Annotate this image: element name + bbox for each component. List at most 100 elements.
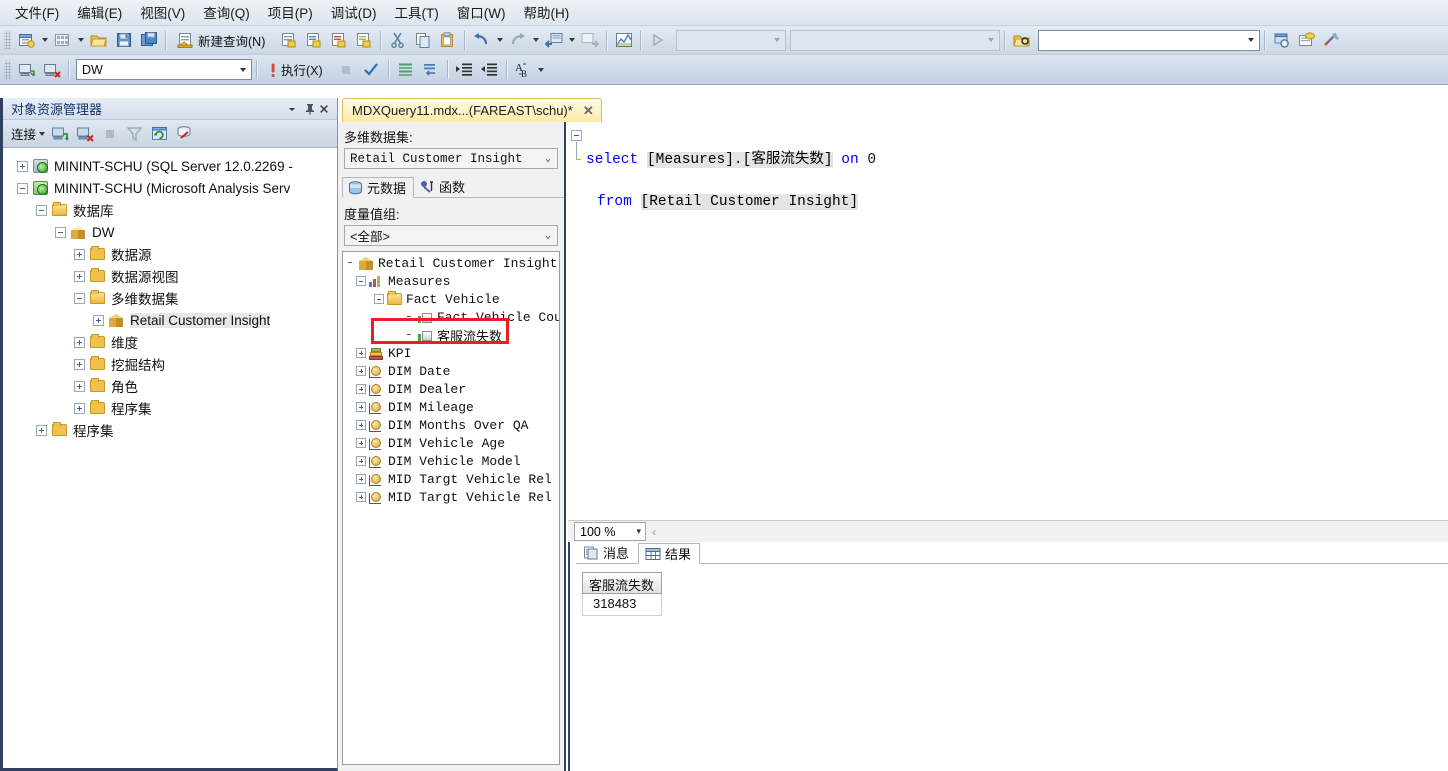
menu-project[interactable]: 项目(P) — [259, 0, 322, 26]
undo-dropdown-icon[interactable] — [494, 29, 505, 51]
metadata-node-dim-months-over-qa[interactable]: DIM Months Over QA — [343, 416, 559, 434]
cut-icon[interactable] — [386, 29, 409, 51]
expand-toggle-icon[interactable] — [356, 420, 366, 430]
toolbar-overflow-icon[interactable] — [536, 59, 547, 81]
refresh-icon[interactable] — [148, 123, 171, 145]
table-cell[interactable]: 318483 — [582, 594, 662, 616]
chevron-down-icon[interactable] — [283, 100, 301, 118]
quick-find-input[interactable] — [1038, 29, 1261, 51]
tree-node-server-analysis[interactable]: MININT-SCHU (Microsoft Analysis Serv — [3, 177, 337, 199]
metadata-node-mid-targt-vehicle-rel-2[interactable]: MID Targt Vehicle Rel — [343, 488, 559, 506]
menu-debug[interactable]: 调试(D) — [322, 0, 386, 26]
collapse-toggle-icon[interactable] — [36, 204, 47, 216]
metadata-node-dim-vehicle-model[interactable]: DIM Vehicle Model — [343, 452, 559, 470]
pin-icon[interactable] — [301, 100, 319, 118]
chevron-down-icon[interactable] — [1243, 31, 1259, 50]
tree-node-data-source-views[interactable]: 数据源视图 — [3, 265, 337, 287]
activity-monitor-icon[interactable] — [173, 123, 196, 145]
metadata-node-customer-churn-measure[interactable]: 客服流失数 — [343, 326, 559, 345]
template-explorer-icon[interactable] — [1295, 29, 1318, 51]
navigate-backward-icon[interactable] — [542, 29, 565, 51]
connect-dropdown-icon[interactable] — [36, 123, 47, 145]
outlining-collapse-icon[interactable] — [571, 130, 582, 141]
metadata-node-dim-date[interactable]: DIM Date — [343, 362, 559, 380]
new-item-icon[interactable] — [51, 29, 74, 51]
chevron-down-icon[interactable] — [983, 31, 999, 50]
tree-node-roles[interactable]: 角色 — [3, 375, 337, 397]
chevron-down-icon[interactable]: ⌄ — [539, 230, 557, 242]
parse-check-icon[interactable] — [360, 59, 383, 81]
comment-lines-icon[interactable]: A B — [512, 59, 535, 81]
tree-node-mining-structures[interactable]: 挖掘结构 — [3, 353, 337, 375]
connect-icon[interactable] — [15, 59, 38, 81]
redo-icon[interactable] — [506, 29, 529, 51]
close-icon[interactable]: ✕ — [583, 103, 594, 119]
metadata-node-dim-mileage[interactable]: DIM Mileage — [343, 398, 559, 416]
disconnect-icon[interactable] — [40, 59, 63, 81]
metadata-node-cube[interactable]: Retail Customer Insight — [343, 254, 559, 272]
filter-icon[interactable] — [123, 123, 146, 145]
chevron-down-icon[interactable]: ▾ — [615, 526, 645, 537]
metadata-tree[interactable]: Retail Customer Insight Measures Fact Ve… — [342, 251, 560, 765]
connect-menu-label[interactable]: 连接 — [11, 124, 36, 143]
tree-node-server-sql[interactable]: MININT-SCHU (SQL Server 12.0.2269 - — [3, 155, 337, 177]
navigate-backward-dropdown-icon[interactable] — [566, 29, 577, 51]
expand-toggle-icon[interactable] — [356, 474, 366, 484]
tree-node-assemblies-server[interactable]: 程序集 — [3, 419, 337, 441]
tab-messages[interactable]: 消息 — [576, 542, 638, 563]
document-tab-mdxquery11[interactable]: MDXQuery11.mdx...(FAREAST\schu)* ✕ — [342, 98, 602, 122]
collapse-toggle-icon[interactable] — [356, 276, 366, 286]
toolbar-grip[interactable] — [4, 60, 11, 79]
expand-toggle-icon[interactable] — [356, 402, 366, 412]
menu-query[interactable]: 查询(Q) — [194, 0, 259, 26]
menu-help[interactable]: 帮助(H) — [514, 0, 578, 26]
expand-toggle-icon[interactable] — [36, 424, 47, 436]
mdx-query-editor[interactable]: select [Measures].[客服流失数] on 0 from [Ret… — [568, 122, 1448, 520]
close-icon[interactable] — [319, 100, 337, 118]
collapse-toggle-icon[interactable] — [374, 294, 384, 304]
new-query-button[interactable]: 新建查询(N) — [171, 29, 275, 51]
expand-toggle-icon[interactable] — [74, 358, 85, 370]
cube-select[interactable]: Retail Customer Insight ⌄ — [344, 148, 558, 169]
database-combo[interactable]: DW — [76, 59, 252, 80]
metadata-node-fact-vehicle-count[interactable]: Fact Vehicle Coun — [343, 308, 559, 326]
debug-target-combo[interactable] — [676, 29, 787, 51]
execute-button[interactable]: 执行(X) — [262, 59, 333, 81]
stop-icon[interactable] — [98, 123, 121, 145]
measure-group-select[interactable]: <全部> ⌄ — [344, 225, 558, 246]
metadata-node-measures[interactable]: Measures — [343, 272, 559, 290]
collapse-toggle-icon[interactable] — [17, 182, 28, 194]
tree-node-dw[interactable]: DW — [3, 221, 337, 243]
show-diagram-pane-icon[interactable] — [612, 29, 635, 51]
tree-node-assemblies-db[interactable]: 程序集 — [3, 397, 337, 419]
metadata-node-fact-vehicle[interactable]: Fact Vehicle — [343, 290, 559, 308]
collapse-toggle-icon[interactable] — [74, 292, 85, 304]
new-analysis-services-mdx-query-icon[interactable] — [302, 29, 325, 51]
toolbar-grip[interactable] — [4, 31, 11, 49]
expand-toggle-icon[interactable] — [356, 438, 366, 448]
results-to-text-icon[interactable] — [419, 59, 442, 81]
expand-toggle-icon[interactable] — [356, 366, 366, 376]
results-grid[interactable]: 客服流失数 318483 — [582, 572, 662, 616]
expand-toggle-icon[interactable] — [74, 402, 85, 414]
disconnect-object-explorer-icon[interactable] — [73, 123, 96, 145]
column-header[interactable]: 客服流失数 — [582, 572, 662, 594]
tree-node-retail-customer-insight[interactable]: Retail Customer Insight — [3, 309, 337, 331]
decrease-indent-icon[interactable] — [478, 59, 501, 81]
table-row[interactable]: 318483 — [582, 594, 662, 616]
expand-toggle-icon[interactable] — [93, 314, 104, 326]
undo-icon[interactable] — [470, 29, 493, 51]
chevron-down-icon[interactable] — [235, 60, 251, 79]
object-explorer-tree[interactable]: MININT-SCHU (SQL Server 12.0.2269 - MINI… — [3, 149, 337, 768]
new-project-dropdown-icon[interactable] — [39, 29, 50, 51]
expand-toggle-icon[interactable] — [74, 380, 85, 392]
results-to-grid-icon[interactable] — [394, 59, 417, 81]
stop-icon[interactable] — [335, 59, 358, 81]
debug-thread-combo[interactable] — [790, 29, 1001, 51]
navigate-forward-icon[interactable] — [578, 29, 601, 51]
tree-node-databases[interactable]: 数据库 — [3, 199, 337, 221]
menu-tools[interactable]: 工具(T) — [386, 0, 448, 26]
expand-toggle-icon[interactable] — [356, 348, 366, 358]
open-file-icon[interactable] — [87, 29, 110, 51]
paste-icon[interactable] — [436, 29, 459, 51]
